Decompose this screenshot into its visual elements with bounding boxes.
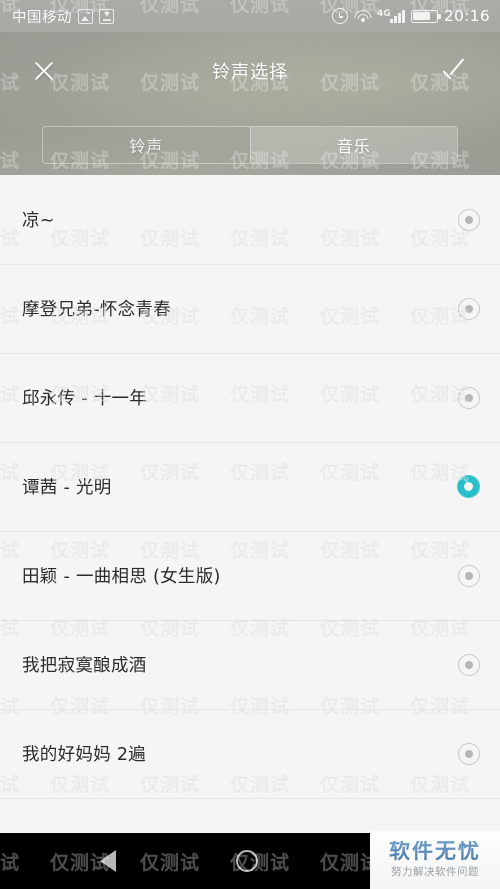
network-type-label: 4G <box>376 8 391 19</box>
close-button[interactable] <box>8 32 80 110</box>
status-bar: 中国移动 4G 20:16 <box>0 0 500 32</box>
ringtone-name: 我把寂寞酿成酒 <box>22 656 147 676</box>
app-header: 铃声选择 铃声 音乐 <box>0 32 500 175</box>
alarm-icon <box>331 8 348 24</box>
header-bar: 铃声选择 <box>0 32 500 110</box>
tab-bar: 铃声 音乐 <box>42 126 458 164</box>
radio-button[interactable] <box>458 297 480 320</box>
brand-watermark: 软件无忧 努力解决软件问题 <box>370 831 500 889</box>
photo-icon <box>78 8 93 24</box>
ringtone-name: 谭茜 - 光明 <box>22 478 112 498</box>
clock-label: 20:16 <box>443 7 490 25</box>
tab-ringtone[interactable]: 铃声 <box>43 127 250 163</box>
ringtone-list[interactable]: 凉~ 摩登兄弟-怀念青春 邱永传 - 十一年 谭茜 - 光明 田颖 - 一曲相思… <box>0 175 500 843</box>
tab-music[interactable]: 音乐 <box>249 127 457 163</box>
circle-home-icon[interactable] <box>236 850 259 872</box>
radio-button-selected[interactable] <box>457 475 480 498</box>
table-row[interactable]: 我把寂寞酿成酒 <box>0 620 500 709</box>
table-row[interactable]: 凉~ <box>0 175 500 264</box>
radio-button[interactable] <box>458 742 480 765</box>
radio-button[interactable] <box>458 564 480 587</box>
radio-button[interactable] <box>458 208 480 231</box>
ringtone-name: 我的好妈妈 2遍 <box>22 745 147 765</box>
table-row[interactable]: 摩登兄弟-怀念青春 <box>0 264 500 353</box>
confirm-button[interactable] <box>420 32 492 110</box>
radio-button[interactable] <box>458 653 480 676</box>
check-icon <box>441 58 471 84</box>
table-row[interactable]: 我的好妈妈 2遍 <box>0 709 500 798</box>
close-icon <box>31 58 57 84</box>
table-row[interactable]: 邱永传 - 十一年 <box>0 353 500 442</box>
brand-subtitle: 努力解决软件问题 <box>391 866 479 878</box>
phone-screen: 中国移动 4G 20:16 铃声选择 铃声 音乐 凉~ 摩登兄弟-怀念青春 邱永… <box>0 0 500 889</box>
download-icon <box>99 8 114 24</box>
ringtone-name: 田颖 - 一曲相思 (女生版) <box>22 567 221 587</box>
triangle-back-icon[interactable] <box>100 850 117 872</box>
wifi-icon <box>354 9 372 23</box>
brand-title: 软件无忧 <box>389 839 481 863</box>
ringtone-name: 摩登兄弟-怀念青春 <box>22 300 172 320</box>
status-bar-right: 4G 20:16 <box>331 7 490 25</box>
ringtone-name: 凉~ <box>22 211 55 231</box>
table-row[interactable]: 田颖 - 一曲相思 (女生版) <box>0 531 500 620</box>
carrier-label: 中国移动 <box>12 9 72 26</box>
page-title: 铃声选择 <box>212 62 288 83</box>
table-row[interactable]: 谭茜 - 光明 <box>0 442 500 531</box>
status-bar-left: 中国移动 <box>12 6 114 27</box>
ringtone-name: 邱永传 - 十一年 <box>22 389 148 409</box>
battery-icon <box>410 9 441 23</box>
radio-button[interactable] <box>458 386 480 409</box>
signal-4g-icon: 4G <box>376 8 405 23</box>
